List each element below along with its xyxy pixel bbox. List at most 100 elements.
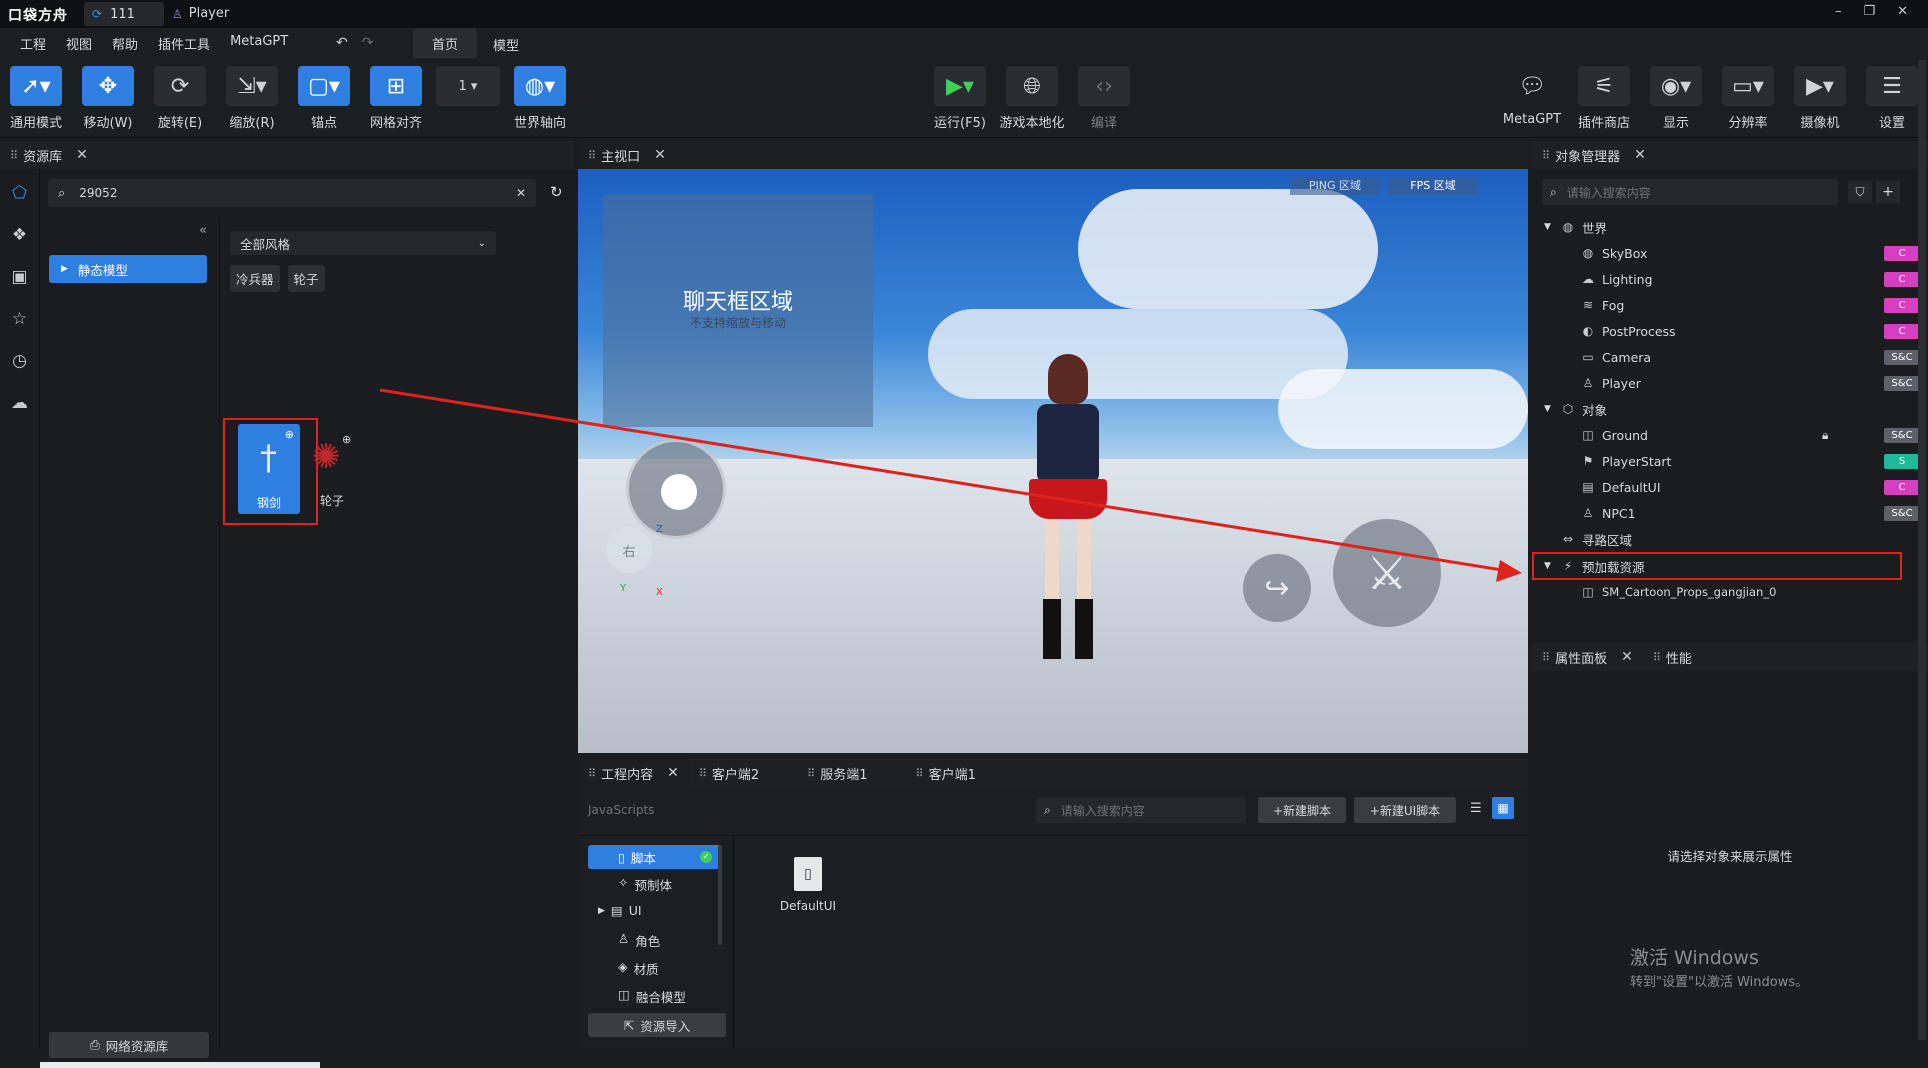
- camera-button[interactable]: ▶▾ 摄像机: [1784, 66, 1856, 131]
- viewport-canvas[interactable]: 聊天框区域 不支持缩放与移动 PING 区域 FPS 区域 右 Z X Y ↪ …: [578, 169, 1528, 753]
- tab-properties[interactable]: ⠿ 属性面板 ✕: [1532, 643, 1643, 671]
- tab-home[interactable]: 首页: [413, 28, 477, 58]
- close-icon[interactable]: ✕: [1621, 649, 1633, 665]
- grid-snap-button[interactable]: ⊞ 网格对齐: [360, 66, 432, 131]
- tab-server1[interactable]: ⠿ 服务端1: [797, 759, 877, 787]
- general-mode-button[interactable]: ➚▾ 通用模式: [0, 66, 72, 131]
- grid-view-icon[interactable]: ▦: [1492, 797, 1514, 819]
- player-tab[interactable]: ♙ Player: [172, 6, 229, 21]
- undo-icon[interactable]: ↶: [336, 35, 348, 51]
- world-axis-button[interactable]: ◍▾ 世界轴向: [504, 66, 576, 131]
- filter-icon[interactable]: ⛉: [1848, 181, 1872, 203]
- close-icon[interactable]: ✕: [667, 765, 679, 781]
- tree-item-material[interactable]: ◈ 材质: [618, 959, 659, 978]
- tree-item-prefab[interactable]: ✧ 预制体: [618, 875, 672, 894]
- compile-button[interactable]: ‹› 编译: [1068, 66, 1140, 131]
- tree-row-player[interactable]: ♙ Player S&C: [1580, 370, 1928, 396]
- tree-row-nav-area[interactable]: ⇔ 寻路区域: [1560, 526, 1928, 552]
- clear-icon[interactable]: ✕: [516, 186, 526, 200]
- attack-button[interactable]: ⚔: [1333, 519, 1441, 627]
- collapse-icon[interactable]: «: [199, 223, 207, 238]
- tree-row-defaultui[interactable]: ▤ DefaultUI C: [1580, 474, 1928, 500]
- window-scrollbar[interactable]: [1918, 60, 1926, 1040]
- tree-row-objects[interactable]: ▼ ⬡ 对象: [1544, 396, 1914, 422]
- tree-row-skybox[interactable]: ◍ SkyBox C: [1580, 240, 1928, 266]
- new-ui-script-button[interactable]: +新建UI脚本: [1354, 797, 1456, 823]
- right-button[interactable]: 右: [606, 527, 652, 573]
- tree-row-postprocess[interactable]: ◐ PostProcess C: [1580, 318, 1928, 344]
- drag-handle-icon[interactable]: ⠿: [699, 767, 707, 780]
- tag-cold-weapon[interactable]: 冷兵器: [230, 265, 280, 292]
- lock-icon[interactable]: 🔒︎: [1822, 428, 1828, 443]
- move-button[interactable]: ✥ 移动(W): [72, 66, 144, 131]
- tree-item-merge-model[interactable]: ◫ 融合模型: [618, 987, 686, 1006]
- jump-button[interactable]: ↪: [1243, 554, 1311, 622]
- tab-model[interactable]: 模型: [493, 35, 519, 54]
- menu-metagpt[interactable]: MetaGPT: [230, 34, 288, 53]
- close-icon[interactable]: ✕: [1897, 4, 1908, 19]
- category-static-model[interactable]: ▶ 静态模型: [49, 255, 207, 283]
- tab-client2[interactable]: ⠿ 客户端2: [689, 759, 769, 787]
- object-search-input[interactable]: 请输入搜索内容: [1567, 184, 1651, 201]
- scrollbar[interactable]: [718, 845, 722, 945]
- add-icon[interactable]: +: [1876, 181, 1900, 203]
- tag-wheel[interactable]: 轮子: [287, 265, 325, 292]
- drag-handle-icon[interactable]: ⠿: [916, 767, 924, 780]
- project-search-input[interactable]: 请输入搜索内容: [1061, 802, 1145, 819]
- tree-row-fog[interactable]: ≋ Fog C: [1580, 292, 1928, 318]
- close-icon[interactable]: ✕: [1634, 147, 1646, 163]
- rotate-button[interactable]: ⟳ 旋转(E): [144, 66, 216, 131]
- tree-item-ui[interactable]: ▶ ▤ UI: [598, 903, 642, 919]
- object-search[interactable]: ⌕ 请输入搜索内容: [1542, 179, 1838, 205]
- tree-row-npc1[interactable]: ♙ NPC1 S&C: [1580, 500, 1928, 526]
- close-icon[interactable]: ✕: [76, 147, 88, 163]
- asset-item-sword[interactable]: ⊕ † 钢剑: [238, 424, 300, 514]
- list-view-icon[interactable]: ☰: [1470, 801, 1482, 816]
- drag-handle-icon[interactable]: ⠿: [1542, 651, 1550, 664]
- network-library-button[interactable]: ⎙ 网络资源库: [49, 1032, 209, 1058]
- resolution-button[interactable]: ▭▾ 分辨率: [1712, 66, 1784, 131]
- asset-search[interactable]: ⌕ 29052 ✕: [48, 179, 536, 207]
- plugin-store-button[interactable]: ⚟ 插件商店: [1568, 66, 1640, 131]
- joystick-knob[interactable]: [661, 474, 697, 510]
- zoom-icon[interactable]: ⊕: [285, 428, 294, 441]
- toolbox-icon[interactable]: ▣: [11, 267, 27, 287]
- project-tab[interactable]: ⟳ 111: [84, 2, 164, 26]
- tree-row-camera[interactable]: ▭ Camera S&C: [1580, 344, 1928, 370]
- drag-handle-icon[interactable]: ⠿: [1542, 149, 1550, 162]
- project-search[interactable]: ⌕ 请输入搜索内容: [1036, 797, 1246, 823]
- run-button[interactable]: ▶▾ 运行(F5): [924, 66, 996, 131]
- localization-button[interactable]: 🌐︎ 游戏本地化: [996, 66, 1068, 131]
- menu-project[interactable]: 工程: [20, 34, 46, 53]
- components-icon[interactable]: ❖: [12, 225, 27, 245]
- drag-handle-icon[interactable]: ⠿: [807, 767, 815, 780]
- style-select[interactable]: 全部风格 ⌄: [230, 231, 496, 255]
- import-button[interactable]: ⇱ 资源导入: [588, 1013, 726, 1037]
- tree-row-lighting[interactable]: ☁ Lighting C: [1580, 266, 1928, 292]
- tree-row-ground[interactable]: ◫ Ground 🔒︎ S&C: [1580, 422, 1928, 448]
- redo-icon[interactable]: ↷: [362, 35, 374, 51]
- metagpt-button[interactable]: 💬︎ MetaGPT: [1496, 66, 1568, 131]
- scale-button[interactable]: ⇲▾ 缩放(R): [216, 66, 288, 131]
- character-model[interactable]: [1023, 354, 1113, 664]
- drag-handle-icon[interactable]: ⠿: [588, 767, 596, 780]
- display-button[interactable]: ◉▾ 显示: [1640, 66, 1712, 131]
- shapes-icon[interactable]: ⬠: [12, 183, 27, 203]
- grid-size-select[interactable]: 1 ▾: [432, 66, 504, 131]
- tab-project-content[interactable]: ⠿ 工程内容 ✕: [578, 759, 689, 787]
- minimize-icon[interactable]: –: [1835, 4, 1842, 19]
- anchor-button[interactable]: ▢▾ 锚点: [288, 66, 360, 131]
- drag-handle-icon[interactable]: ⠿: [1653, 651, 1661, 664]
- tree-row-sm-cartoon[interactable]: ◫ SM_Cartoon_Props_gangjian_0: [1580, 579, 1900, 605]
- tree-row-preload[interactable]: ▼ ⚡︎ 预加载资源: [1544, 553, 1914, 579]
- menu-help[interactable]: 帮助: [112, 34, 138, 53]
- new-script-button[interactable]: +新建脚本: [1258, 797, 1346, 823]
- tree-row-playerstart[interactable]: ⚑ PlayerStart S: [1580, 448, 1928, 474]
- tree-item-character[interactable]: ♙ 角色: [618, 931, 660, 950]
- close-icon[interactable]: ✕: [654, 147, 666, 163]
- tree-row-world[interactable]: ▼ ◍ 世界: [1544, 214, 1914, 240]
- restore-icon[interactable]: ❐: [1863, 4, 1875, 19]
- tree-item-scripts[interactable]: ▯ 脚本 ✓: [588, 845, 722, 869]
- tab-client1[interactable]: ⠿ 客户端1: [906, 759, 986, 787]
- upload-cloud-icon[interactable]: ☁: [11, 393, 28, 413]
